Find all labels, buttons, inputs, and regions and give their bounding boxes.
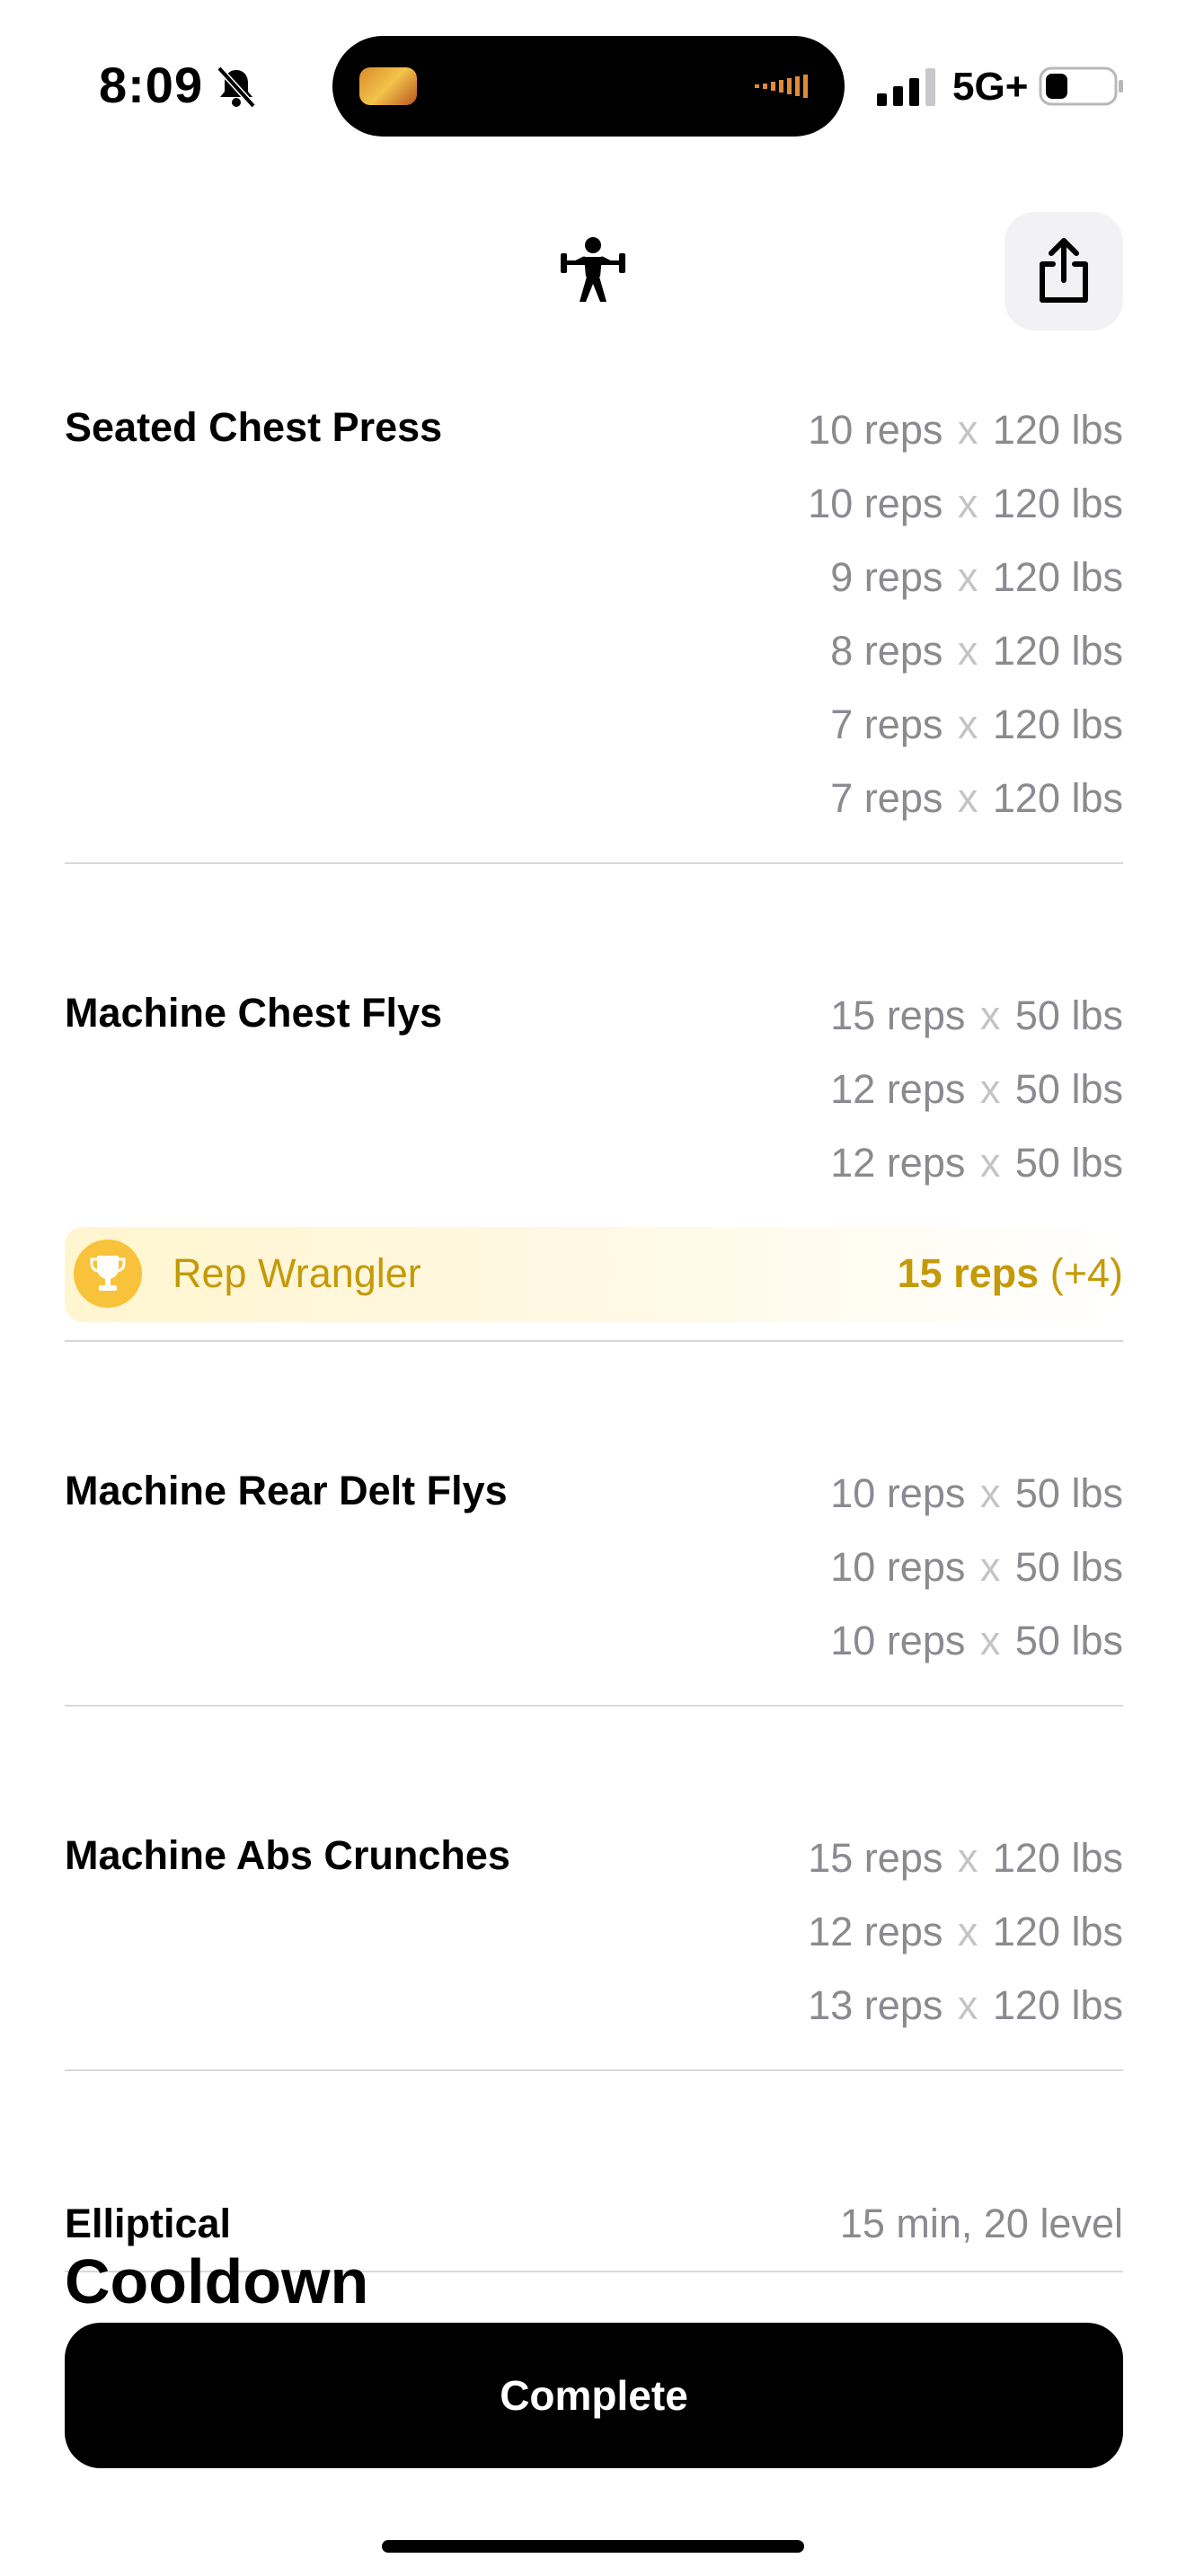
exercise-name: Seated Chest Press	[65, 404, 443, 450]
achievement-title: Rep Wrangler	[173, 1250, 421, 1296]
exercise-name: Machine Chest Flys	[65, 990, 443, 1036]
status-bar: 8:09 5G+	[0, 0, 1186, 171]
achievement-banner[interactable]: Rep Wrangler 15 reps (+4)	[65, 1227, 1123, 1322]
weightlifting-icon	[561, 237, 625, 302]
exercise-machine-rear-delt-flys[interactable]: Machine Rear Delt Flys 10 reps x 50 lbs …	[65, 1450, 1123, 1707]
section-title-cooldown: Cooldown	[65, 2246, 369, 2316]
exercise-name: Machine Abs Crunches	[65, 1832, 510, 1878]
battery-icon	[1039, 66, 1123, 106]
set-row: 10 reps x 50 lbs	[830, 1618, 1123, 1663]
set-row: 7 reps x 120 lbs	[830, 701, 1123, 747]
set-row: 13 reps x 120 lbs	[808, 1982, 1123, 2028]
network-type: 5G+	[952, 65, 1029, 109]
exercise-machine-abs-crunches[interactable]: Machine Abs Crunches 15 reps x 120 lbs 1…	[65, 1814, 1123, 2071]
set-row: 12 reps x 50 lbs	[830, 1140, 1123, 1186]
exercise-seated-chest-press[interactable]: Seated Chest Press 10 reps x 120 lbs 10 …	[65, 386, 1123, 864]
set-row: 8 reps x 120 lbs	[830, 628, 1123, 674]
exercise-name: Machine Rear Delt Flys	[65, 1468, 508, 1513]
set-row: 7 reps x 120 lbs	[830, 775, 1123, 821]
exercise-list: Seated Chest Press 10 reps x 120 lbs 10 …	[65, 386, 1123, 2272]
set-row: 10 reps x 120 lbs	[808, 481, 1123, 526]
exercise-machine-chest-flys[interactable]: Machine Chest Flys 15 reps x 50 lbs 12 r…	[65, 972, 1123, 1342]
set-row: 9 reps x 120 lbs	[830, 554, 1123, 600]
set-row: 12 reps x 50 lbs	[830, 1066, 1123, 1112]
status-time: 8:09	[99, 57, 204, 113]
set-list: 10 reps x 120 lbs 10 reps x 120 lbs 9 re…	[65, 386, 1123, 862]
exercise-name: Elliptical	[65, 2201, 232, 2246]
trophy-icon	[90, 1256, 126, 1291]
home-indicator[interactable]	[382, 2540, 804, 2553]
now-playing-artwork	[359, 67, 417, 105]
achievement-value: 15 reps (+4)	[897, 1250, 1123, 1296]
set-row: 10 reps x 50 lbs	[830, 1544, 1123, 1590]
share-icon	[1040, 238, 1088, 303]
dynamic-island[interactable]	[332, 36, 845, 137]
cellular-signal-icon	[877, 68, 935, 106]
audio-waveform-icon	[755, 75, 808, 98]
bell-slash-icon	[217, 66, 256, 109]
complete-button[interactable]: Complete	[65, 2323, 1123, 2468]
share-button[interactable]	[1005, 212, 1123, 331]
cardio-summary: 15 min, 20 level	[839, 2201, 1123, 2246]
trophy-badge	[74, 1239, 142, 1308]
workout-header	[0, 207, 1186, 332]
set-row: 12 reps x 120 lbs	[808, 1909, 1123, 1954]
